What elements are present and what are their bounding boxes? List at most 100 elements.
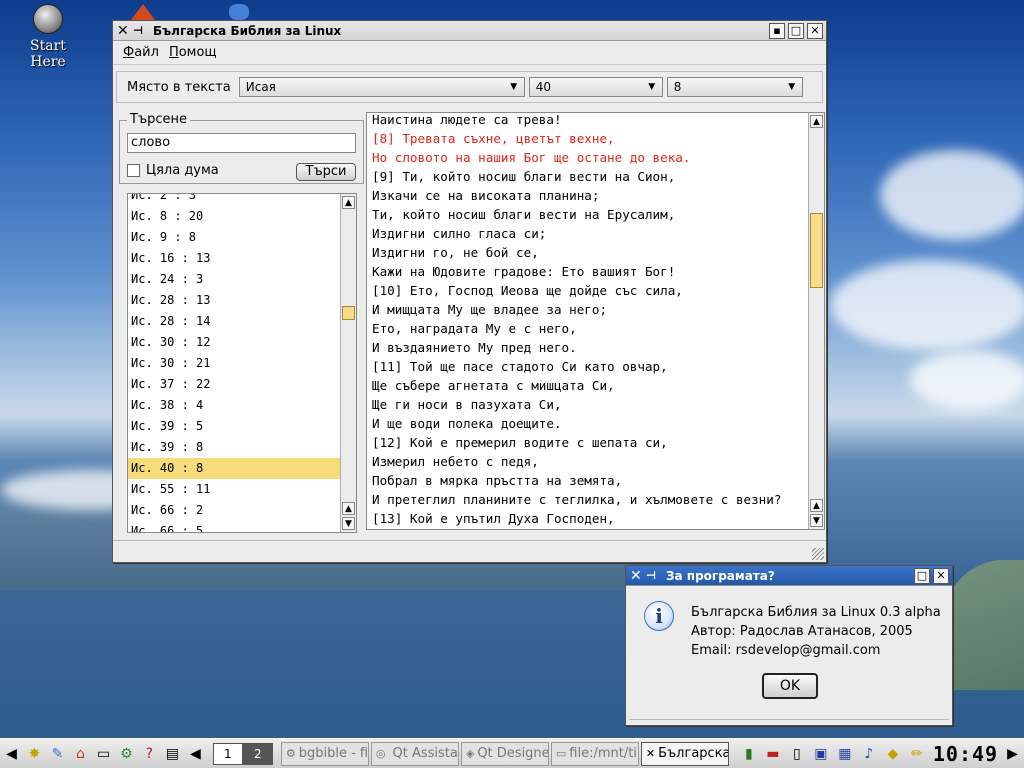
about-dialog: ✕ ⊣ За програмата? □ ✕ i Българска Библи… xyxy=(625,565,953,726)
pencil-icon[interactable]: ✏ xyxy=(906,743,928,765)
pen-icon[interactable]: ✎ xyxy=(47,743,68,765)
verse-select[interactable]: 8 ▼ xyxy=(666,77,803,97)
x-icon[interactable]: ✕ xyxy=(117,24,131,38)
scroll-thumb[interactable] xyxy=(810,213,823,288)
search-input[interactable]: слово xyxy=(127,133,356,153)
scroll-up-icon[interactable]: ▲ xyxy=(810,499,823,512)
search-group-title: Търсене xyxy=(127,112,191,127)
task-qt-assistant[interactable]: ◎ Qt Assista xyxy=(370,741,459,766)
result-item[interactable]: Ис. 37 : 22 xyxy=(128,374,340,395)
verse-line: [11] Той ще пасе стадото Си като овчар, xyxy=(372,359,668,374)
desktop-2-button[interactable]: 2 xyxy=(242,742,273,765)
verse-line: Изкачи се на високата планина; xyxy=(372,188,600,203)
verse-line: И мищцата Му ще владее за него; xyxy=(372,302,608,317)
scroll-thumb[interactable] xyxy=(342,306,355,320)
task-label: bgbible - fil xyxy=(298,746,369,761)
minimize-button[interactable]: ▪ xyxy=(769,22,785,39)
verse-line: Ти, който носиш благи вести на Ерусалим, xyxy=(372,207,676,222)
result-item[interactable]: Ис. 28 : 14 xyxy=(128,311,340,332)
about-titlebar[interactable]: ✕ ⊣ За програмата? □ ✕ xyxy=(626,566,952,586)
search-button[interactable]: Търси xyxy=(296,163,356,181)
gear-icon[interactable]: ⚙ xyxy=(116,743,137,765)
result-item[interactable]: Ис. 66 : 2 xyxy=(128,500,340,521)
whole-word-checkbox[interactable] xyxy=(127,164,140,177)
result-item[interactable]: Ис. 55 : 11 xyxy=(128,479,340,500)
result-item[interactable]: Ис. 28 : 13 xyxy=(128,290,340,311)
menu-file[interactable]: Файл xyxy=(123,45,159,60)
results-scrollbar[interactable]: ▲ ▲ ▼ xyxy=(340,194,356,532)
result-item[interactable]: Ис. 9 : 8 xyxy=(128,227,340,248)
background-coast xyxy=(944,560,1024,690)
search-panel: Търсене слово Цяла дума Търси Ис. 2 : 3И… xyxy=(119,112,364,533)
result-item[interactable]: Ис. 2 : 3 xyxy=(128,194,340,206)
verse-line: [13] Кой е упътил Духа Господен, xyxy=(372,511,615,526)
task-bgbible[interactable]: ⚙ bgbible - fil xyxy=(280,741,369,766)
screen-icon[interactable]: ▣ xyxy=(810,743,832,765)
about-text: Българска Библия за Linux 0.3 alpha Авто… xyxy=(691,603,941,660)
location-bar: Място в текста Исая ▼ 40 ▼ 8 ▼ xyxy=(116,71,823,103)
result-item[interactable]: Ис. 8 : 20 xyxy=(128,206,340,227)
flag-icon[interactable]: ▬ xyxy=(762,743,784,765)
result-item[interactable]: Ис. 30 : 21 xyxy=(128,353,340,374)
result-item[interactable]: Ис. 66 : 5 xyxy=(128,521,340,532)
arrow-right-icon[interactable]: ▶ xyxy=(1002,743,1023,765)
verse-line: [10] Ето, Господ Иеова ще дойде със сила… xyxy=(372,283,683,298)
desktop-1-button[interactable]: 1 xyxy=(212,742,243,765)
bar-chart-icon[interactable]: ▮ xyxy=(738,743,760,765)
help-icon[interactable]: ? xyxy=(139,743,160,765)
scroll-down-icon[interactable]: ▼ xyxy=(810,514,823,527)
task-file-manager[interactable]: ▭ file:/mnt/tin xyxy=(550,741,639,766)
result-item[interactable]: Ис. 39 : 8 xyxy=(128,437,340,458)
result-item[interactable]: Ис. 40 : 8 xyxy=(128,458,340,479)
result-item[interactable]: Ис. 39 : 5 xyxy=(128,416,340,437)
menubar: Файл Помощ xyxy=(113,41,826,65)
bible-text-view[interactable]: Наистина людете са трева! [8] Тревата съх… xyxy=(366,112,825,530)
speaker-icon[interactable]: ♪ xyxy=(858,743,880,765)
home-desktop-icon[interactable] xyxy=(131,4,155,20)
close-button[interactable]: ✕ xyxy=(933,567,949,584)
main-titlebar[interactable]: ✕ ⊣ Българска Библия за Linux ▪ □ ✕ xyxy=(113,21,826,41)
task-label: file:/mnt/tin xyxy=(569,746,639,761)
resize-grip-icon[interactable] xyxy=(812,548,824,560)
monitor-icon[interactable]: ▭ xyxy=(93,743,114,765)
menu-help[interactable]: Помощ xyxy=(169,45,217,60)
about-line-author: Автор: Радослав Атанасов, 2005 xyxy=(691,624,913,639)
bell-icon[interactable]: ◆ xyxy=(882,743,904,765)
scroll-up-icon[interactable]: ▲ xyxy=(342,502,355,515)
verse-line: Побрал в мярка пръстта на земята, xyxy=(372,473,623,488)
scroll-up-icon[interactable]: ▲ xyxy=(810,115,823,128)
whole-word-option[interactable]: Цяла дума xyxy=(127,163,219,178)
about-body: i Българска Библия за Linux 0.3 alpha Ав… xyxy=(626,587,952,725)
task-qt-designer[interactable]: ◈ Qt Designe xyxy=(460,741,549,766)
verse-line: [12] Кой е премерил водите с шепата си, xyxy=(372,435,668,450)
text-scrollbar[interactable]: ▲ ▲ ▼ xyxy=(808,113,824,529)
calendar-icon[interactable]: ▦ xyxy=(834,743,856,765)
chapter-select[interactable]: 40 ▼ xyxy=(528,77,663,97)
clipboard-icon[interactable]: ▯ xyxy=(786,743,808,765)
maximize-button[interactable]: □ xyxy=(914,567,930,584)
x-icon[interactable]: ✕ xyxy=(630,569,644,583)
desktop-pager: 1 2 xyxy=(212,742,273,765)
results-list: Ис. 2 : 3 Ис. 8 : 20 Ис. 9 : 8 Ис. 16 : 13 И… xyxy=(127,193,357,533)
arrow-left-icon[interactable]: ◀ xyxy=(1,743,22,765)
scroll-down-icon[interactable]: ▼ xyxy=(342,517,355,530)
pin-icon[interactable]: ⊣ xyxy=(646,569,660,582)
scroll-up-icon[interactable]: ▲ xyxy=(342,196,355,209)
ok-button[interactable]: OK xyxy=(762,673,818,699)
book-select[interactable]: Исая ▼ xyxy=(238,77,525,97)
result-item[interactable]: Ис. 38 : 4 xyxy=(128,395,340,416)
drive-desktop-icon[interactable] xyxy=(229,4,249,20)
pin-icon[interactable]: ⊣ xyxy=(133,24,147,37)
maximize-button[interactable]: □ xyxy=(788,22,804,39)
result-item[interactable]: Ис. 30 : 12 xyxy=(128,332,340,353)
task-bible[interactable]: ✕ Българска Б xyxy=(640,741,729,766)
arrow-left-icon[interactable]: ◀ xyxy=(185,743,206,765)
home-icon[interactable]: ⌂ xyxy=(70,743,91,765)
result-item[interactable]: Ис. 16 : 13 xyxy=(128,248,340,269)
clock[interactable]: 10:49 xyxy=(933,742,998,766)
result-item[interactable]: Ис. 24 : 3 xyxy=(128,269,340,290)
terminal-icon[interactable]: ▤ xyxy=(162,743,183,765)
close-button[interactable]: ✕ xyxy=(807,22,823,39)
desktop-icon-start-here[interactable]: Start Here xyxy=(12,4,84,70)
kde-menu-icon[interactable]: ✸ xyxy=(24,743,45,765)
